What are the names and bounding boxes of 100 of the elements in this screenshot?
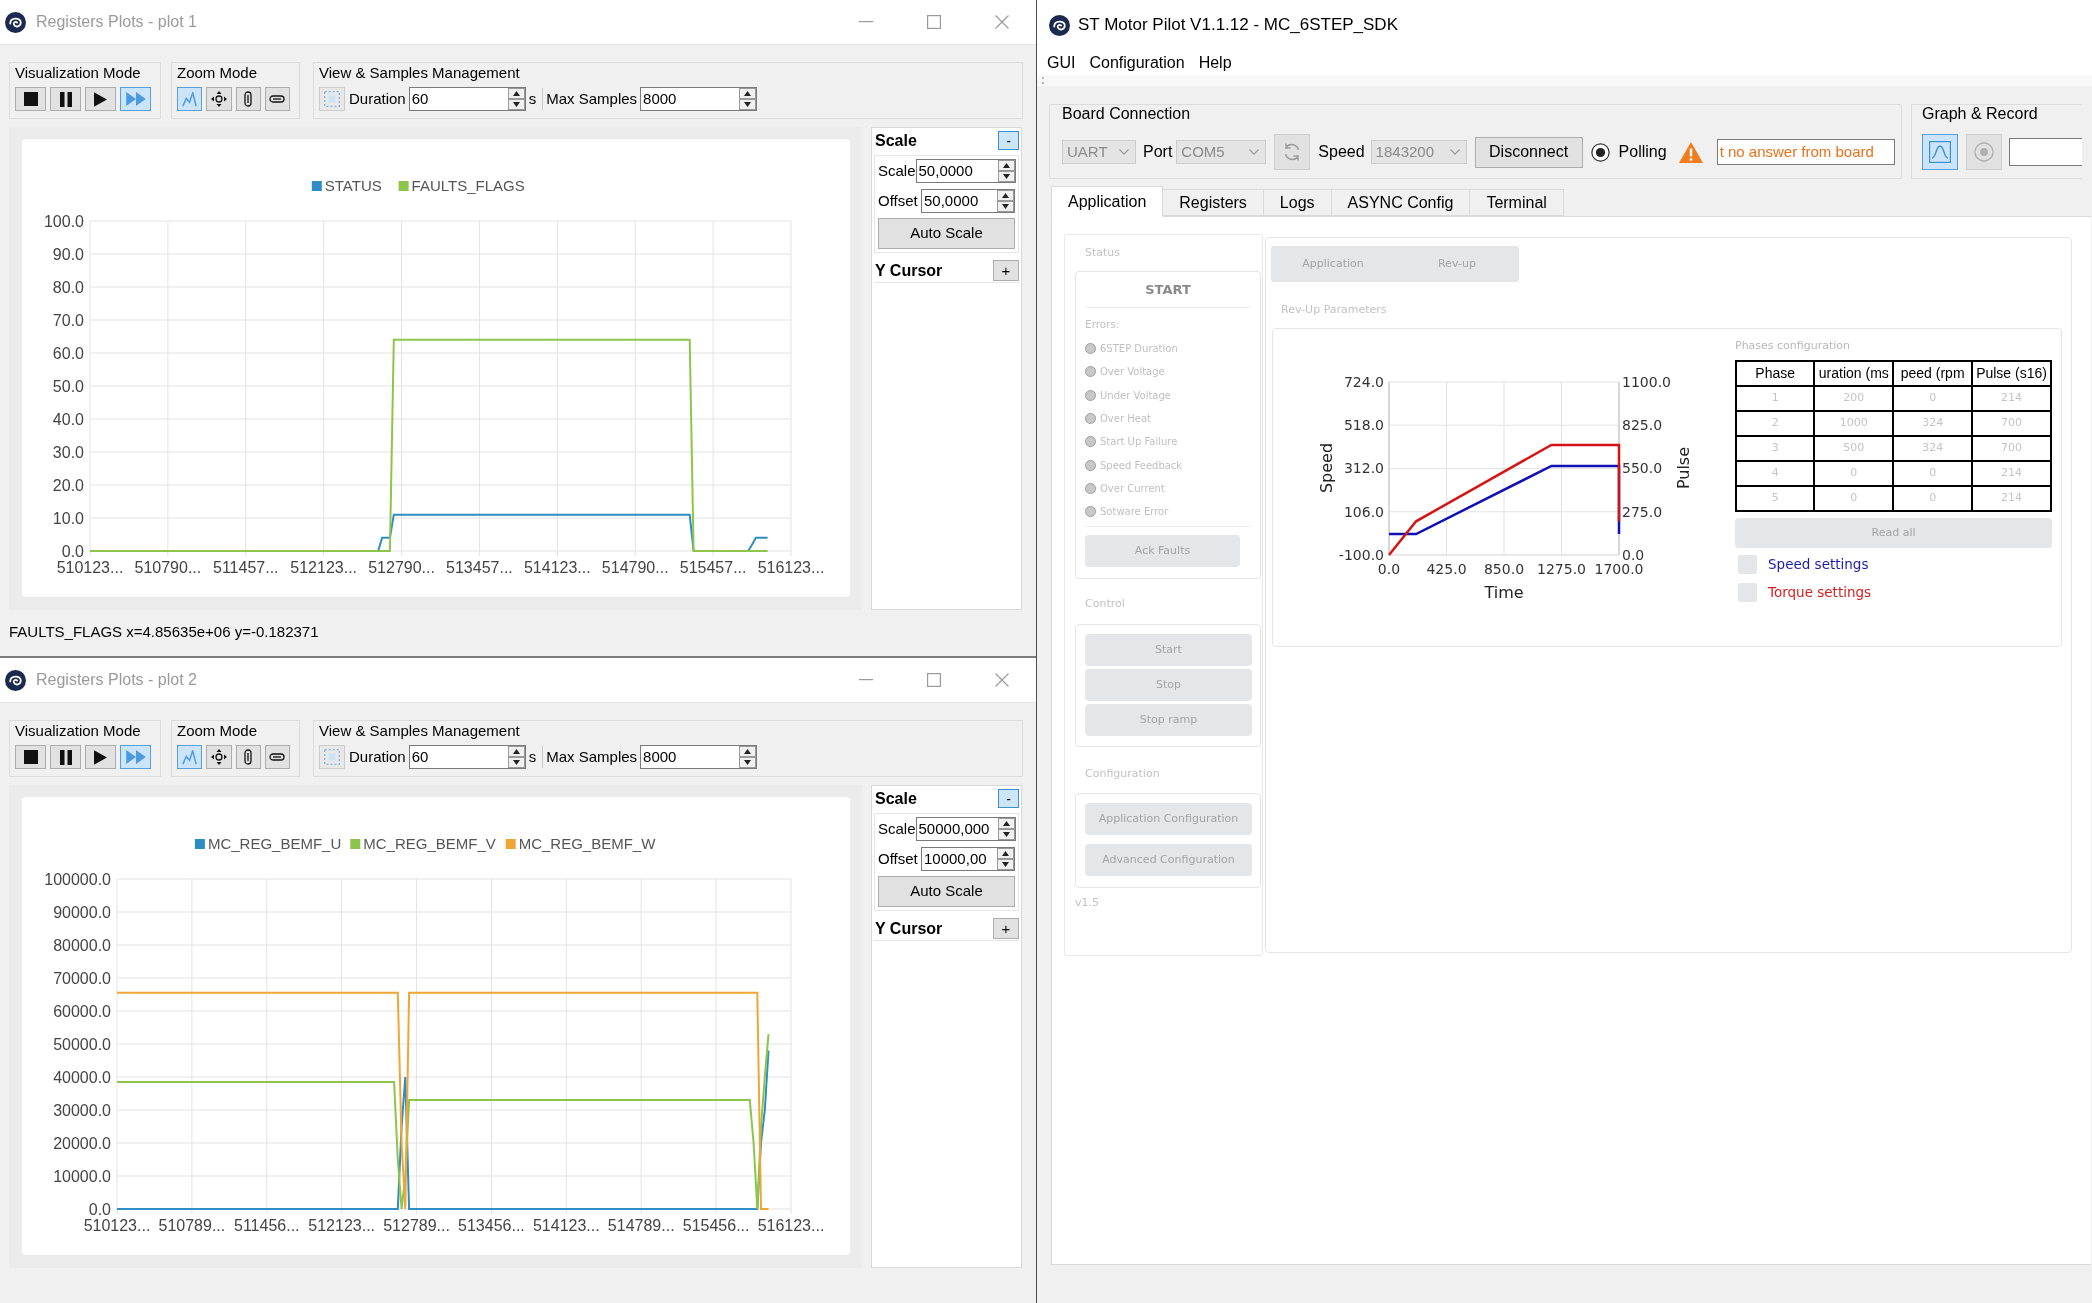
axis-tick-label: 50.0 <box>52 377 84 395</box>
duration-field[interactable]: 60 <box>408 87 526 111</box>
axis-tick-label: 1100.0 <box>1622 373 1671 390</box>
axis-tick-label: 518.0 <box>1343 417 1384 434</box>
axis-tick-label: 100.0 <box>43 212 84 230</box>
axis-tick-label: 510123... <box>83 1217 151 1234</box>
stop-icon <box>23 92 38 106</box>
axis-tick-label: 513457... <box>446 559 513 576</box>
table-cell: 4 <box>1736 461 1815 486</box>
axis-tick-label: 1700.0 <box>1594 561 1644 577</box>
spin-arrows-icon <box>997 190 1014 212</box>
menu-item[interactable]: Configuration <box>1082 52 1192 73</box>
scale-field[interactable]: 50000,000 <box>915 817 1016 841</box>
offset-field[interactable]: 10000,00 <box>921 847 1015 871</box>
tab[interactable]: ASYNC Config <box>1331 189 1471 216</box>
add-cursor-button[interactable]: + <box>993 260 1019 281</box>
scale-field[interactable]: 50,0000 <box>915 159 1016 183</box>
tab[interactable]: Terminal <box>1470 189 1564 216</box>
checkbox[interactable] <box>1738 582 1757 602</box>
add-cursor-button[interactable]: + <box>993 918 1019 939</box>
axis-tick-label: 70.0 <box>52 311 84 329</box>
section-label: Status <box>1084 245 1122 261</box>
group-title: Graph & Record <box>1922 105 2039 123</box>
axis-tick-label: 80000.0 <box>53 936 111 954</box>
play-icon <box>94 91 107 107</box>
section-label: Phases configuration <box>1735 339 1852 353</box>
errors-label: Errors: <box>1085 317 1121 332</box>
table-cell: 214 <box>1972 486 2051 511</box>
collapse-button[interactable]: - <box>998 131 1019 150</box>
stop-button[interactable] <box>15 87 46 111</box>
menu-item[interactable]: Help <box>1191 52 1239 73</box>
play-icon <box>94 749 107 765</box>
axis-tick-label: 30000.0 <box>53 1101 111 1119</box>
group-title: Visualization Mode <box>15 722 142 740</box>
zoom-mode-button[interactable] <box>206 745 232 769</box>
axis-tick-label: 512123... <box>308 1217 376 1234</box>
zoom-mode-button[interactable] <box>264 87 290 111</box>
stop-button[interactable] <box>15 745 46 769</box>
axis-tick-label: 425.0 <box>1426 561 1467 577</box>
zoom-mode-button[interactable] <box>235 745 261 769</box>
column-header: Phase <box>1736 361 1815 386</box>
radio-button[interactable] <box>1590 142 1610 162</box>
play-button[interactable] <box>85 745 116 769</box>
collapse-button[interactable]: - <box>998 789 1019 808</box>
table-cell: 324 <box>1893 411 1973 436</box>
graph-button[interactable] <box>1922 134 1958 170</box>
table-cell: 214 <box>1972 386 2051 411</box>
panel-title: Scale <box>875 788 917 809</box>
axis-tick-label: 10000.0 <box>53 1167 111 1185</box>
field-label: Scale <box>878 160 916 181</box>
offset-field[interactable]: 50,0000 <box>921 189 1015 213</box>
pause-button[interactable] <box>50 87 81 111</box>
zoom-mode-button[interactable] <box>235 87 261 111</box>
area-select-button[interactable] <box>319 87 345 111</box>
area-select-button[interactable] <box>319 745 345 769</box>
error-label: Over Voltage <box>1100 365 1165 380</box>
caret-icon <box>1119 149 1129 155</box>
auto-scale-button[interactable]: Auto Scale <box>878 218 1015 249</box>
table-cell: 0 <box>1814 486 1894 511</box>
tab[interactable]: Registers <box>1163 189 1264 216</box>
axis-tick-label: 514123... <box>532 1217 600 1234</box>
window-title: Registers Plots - plot 1 <box>36 12 197 32</box>
axis-tick-label: 60.0 <box>52 344 84 362</box>
column-header: uration (ms <box>1814 361 1894 386</box>
checkbox[interactable] <box>1738 554 1757 574</box>
axis-title: Pulse <box>1673 446 1693 490</box>
tab[interactable]: Application <box>1051 186 1164 217</box>
disconnect-button[interactable]: Disconnect <box>1474 136 1583 168</box>
pause-button[interactable] <box>50 745 81 769</box>
zoom-mode-button[interactable] <box>264 745 290 769</box>
table-cell: 1 <box>1736 386 1815 411</box>
table-cell: 214 <box>1972 461 2051 486</box>
legend-label: STATUS <box>324 177 382 194</box>
play-button[interactable] <box>85 87 116 111</box>
error-label: Sotware Error <box>1100 505 1169 520</box>
close-icon <box>995 673 1009 687</box>
maximize-icon <box>927 15 941 29</box>
max-samples-field[interactable]: 8000 <box>640 87 758 111</box>
axis-tick-label: 512789... <box>383 1217 450 1234</box>
axis-tick-label: 514789... <box>607 1217 675 1234</box>
error-label: 6STEP Duration <box>1100 342 1178 357</box>
axis-tick-label: 30.0 <box>52 443 84 461</box>
group-title: Visualization Mode <box>15 64 142 82</box>
auto-scale-button[interactable]: Auto Scale <box>878 876 1015 907</box>
axis-tick-label: 100000.0 <box>44 870 111 888</box>
input-field[interactable] <box>2009 138 2082 166</box>
menu-item[interactable]: GUI <box>1040 52 1083 73</box>
vertical-resize-icon <box>244 91 253 107</box>
horizontal-resize-icon <box>269 95 286 103</box>
axis-tick-label: 90000.0 <box>53 903 111 921</box>
table-cell: 0 <box>1814 461 1894 486</box>
axis-tick-label: 825.0 <box>1622 417 1663 434</box>
tab[interactable]: Logs <box>1263 189 1332 216</box>
max-samples-field[interactable]: 8000 <box>640 745 758 769</box>
duration-field[interactable]: 60 <box>408 745 526 769</box>
error-label: Over Heat <box>1100 412 1151 427</box>
stop-icon <box>23 750 38 764</box>
section-label: Rev-Up Parameters <box>1280 302 1388 318</box>
zoom-mode-button[interactable] <box>206 87 232 111</box>
table-cell: 3 <box>1736 436 1815 461</box>
